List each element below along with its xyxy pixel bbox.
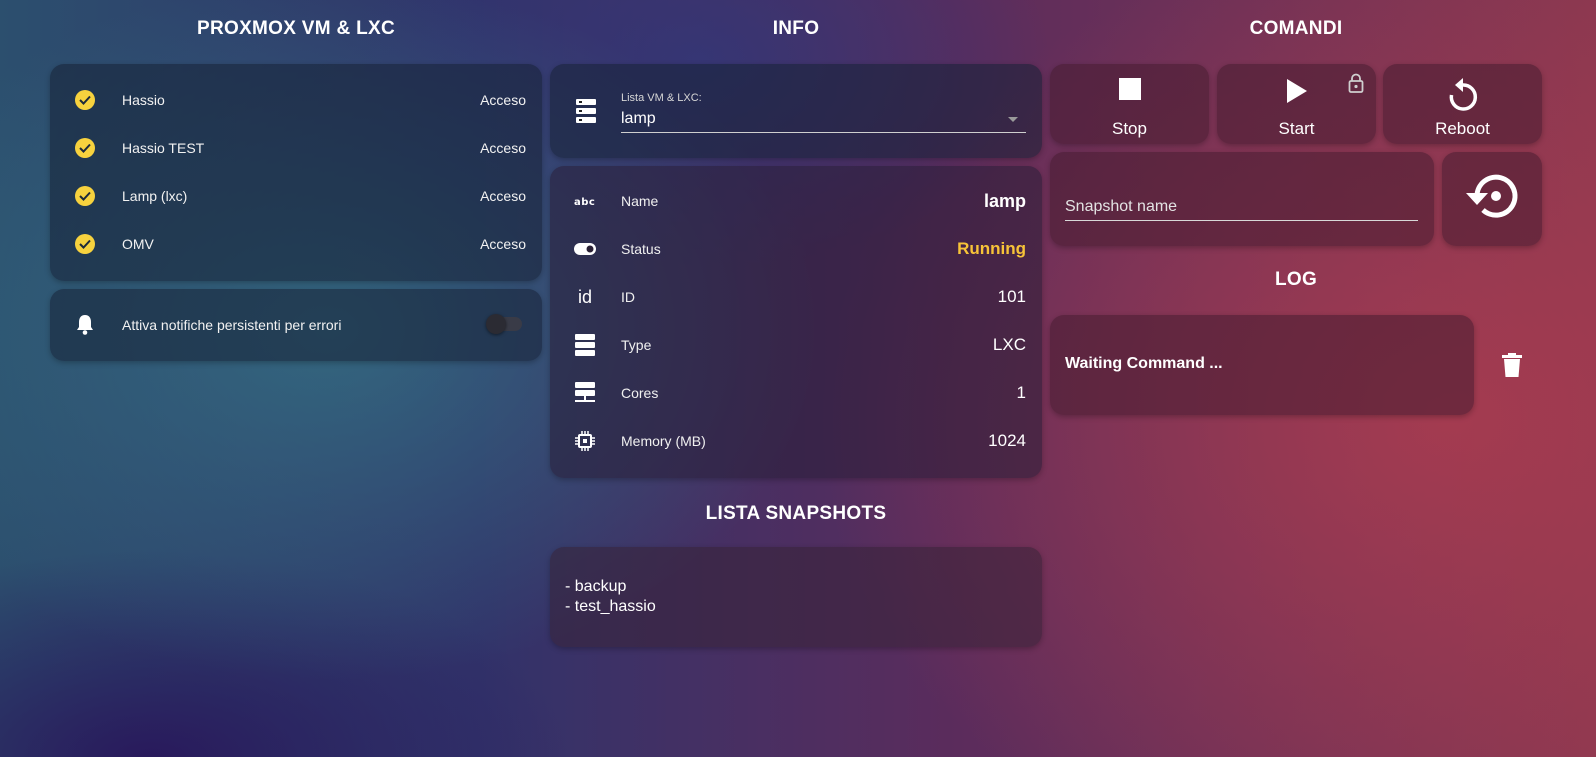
reboot-label: Reboot	[1435, 119, 1490, 138]
snapshots-title: LISTA SNAPSHOTS	[705, 503, 887, 524]
reboot-button[interactable]: Reboot	[1383, 64, 1542, 144]
vm-select-label: Lista VM & LXC:	[621, 92, 702, 104]
vm-row-hassio-test[interactable]: Hassio TEST Acceso	[50, 124, 542, 172]
stop-icon	[1118, 78, 1141, 100]
chip-icon	[574, 430, 596, 452]
snapshot-input-underline	[1065, 220, 1418, 221]
server-icon	[574, 334, 596, 356]
snapshot-list: - backup - test_hassio	[565, 577, 656, 617]
info-value: 101	[997, 287, 1026, 306]
info-row-name: abc Name lamp	[550, 178, 1042, 226]
backup-restore-icon	[1463, 171, 1519, 226]
vm-name: Lamp (lxc)	[122, 188, 188, 204]
info-key: Cores	[621, 385, 659, 401]
snapshot-input-card: Snapshot name	[1050, 152, 1434, 246]
server-icon	[576, 99, 596, 128]
toggle-status-icon	[574, 238, 596, 260]
snapshot-restore-button[interactable]	[1442, 152, 1542, 246]
bell-icon	[75, 314, 95, 341]
info-key: Memory (MB)	[621, 433, 706, 449]
check-circle-icon	[75, 186, 95, 206]
vm-state: Acceso	[480, 92, 526, 108]
info-row-type: Type LXC	[550, 322, 1042, 370]
vm-select[interactable]: lamp	[621, 110, 656, 128]
info-card: abc Name lamp Status Running id ID 101 T…	[550, 166, 1042, 478]
lock-icon	[1348, 73, 1364, 98]
chevron-down-icon[interactable]	[1008, 117, 1018, 122]
snapshot-name-input[interactable]: Snapshot name	[1065, 198, 1177, 216]
snapshot-item: - backup	[565, 578, 627, 595]
notifications-card: Attiva notifiche persistenti per errori	[50, 289, 542, 361]
info-key: Status	[621, 241, 661, 257]
vm-list-title: PROXMOX VM & LXC	[197, 18, 395, 39]
log-title: LOG	[1274, 269, 1318, 290]
info-value: LXC	[992, 335, 1026, 354]
check-circle-icon	[75, 90, 95, 110]
log-text: Waiting Command ...	[1065, 355, 1223, 372]
abc-icon: abc	[574, 190, 596, 212]
info-row-memory: Memory (MB) 1024	[550, 418, 1042, 466]
info-key: Type	[621, 337, 652, 353]
vm-row-hassio[interactable]: Hassio Acceso	[50, 76, 542, 124]
start-button[interactable]: Start	[1217, 64, 1376, 144]
vm-state: Acceso	[480, 236, 526, 252]
snapshot-item: - test_hassio	[565, 598, 656, 615]
vm-name: Hassio TEST	[122, 140, 205, 156]
vm-select-underline	[621, 132, 1026, 133]
status-value: Running	[957, 239, 1026, 258]
server-network-icon	[574, 382, 596, 404]
vm-state: Acceso	[480, 188, 526, 204]
info-row-status: Status Running	[550, 226, 1042, 274]
info-key: Name	[621, 193, 659, 209]
stop-label: Stop	[1112, 119, 1147, 138]
snapshots-card: - backup - test_hassio	[550, 547, 1042, 647]
vm-selector-card: Lista VM & LXC: lamp	[550, 64, 1042, 158]
vm-state: Acceso	[480, 140, 526, 156]
svg-text:abc: abc	[574, 197, 595, 206]
start-label: Start	[1278, 119, 1315, 138]
restart-icon	[1449, 78, 1477, 111]
vm-row-lamp[interactable]: Lamp (lxc) Acceso	[50, 172, 542, 220]
info-value: lamp	[983, 191, 1026, 211]
info-row-id: id ID 101	[550, 274, 1042, 322]
stop-button[interactable]: Stop	[1050, 64, 1209, 144]
info-title: INFO	[772, 18, 820, 39]
check-circle-icon	[75, 138, 95, 158]
vm-name: Hassio	[122, 92, 165, 108]
commands-title: COMANDI	[1249, 18, 1343, 39]
vm-row-omv[interactable]: OMV Acceso	[50, 220, 542, 268]
delete-log-icon[interactable]	[1502, 353, 1522, 382]
check-circle-icon	[75, 234, 95, 254]
vm-name: OMV	[122, 236, 154, 252]
info-value: 1	[1016, 383, 1026, 402]
id-icon: id	[577, 286, 592, 307]
notifications-label: Attiva notifiche persistenti per errori	[122, 317, 342, 333]
log-card: Waiting Command ...	[1050, 315, 1474, 415]
info-row-cores: Cores 1	[550, 370, 1042, 418]
play-icon	[1286, 79, 1307, 103]
info-value: 1024	[988, 431, 1026, 450]
vm-list-card: Hassio Acceso Hassio TEST Acceso Lamp (l…	[50, 64, 542, 281]
toggle-knob	[486, 314, 506, 334]
info-key: ID	[621, 289, 635, 305]
notifications-toggle[interactable]	[486, 314, 522, 334]
